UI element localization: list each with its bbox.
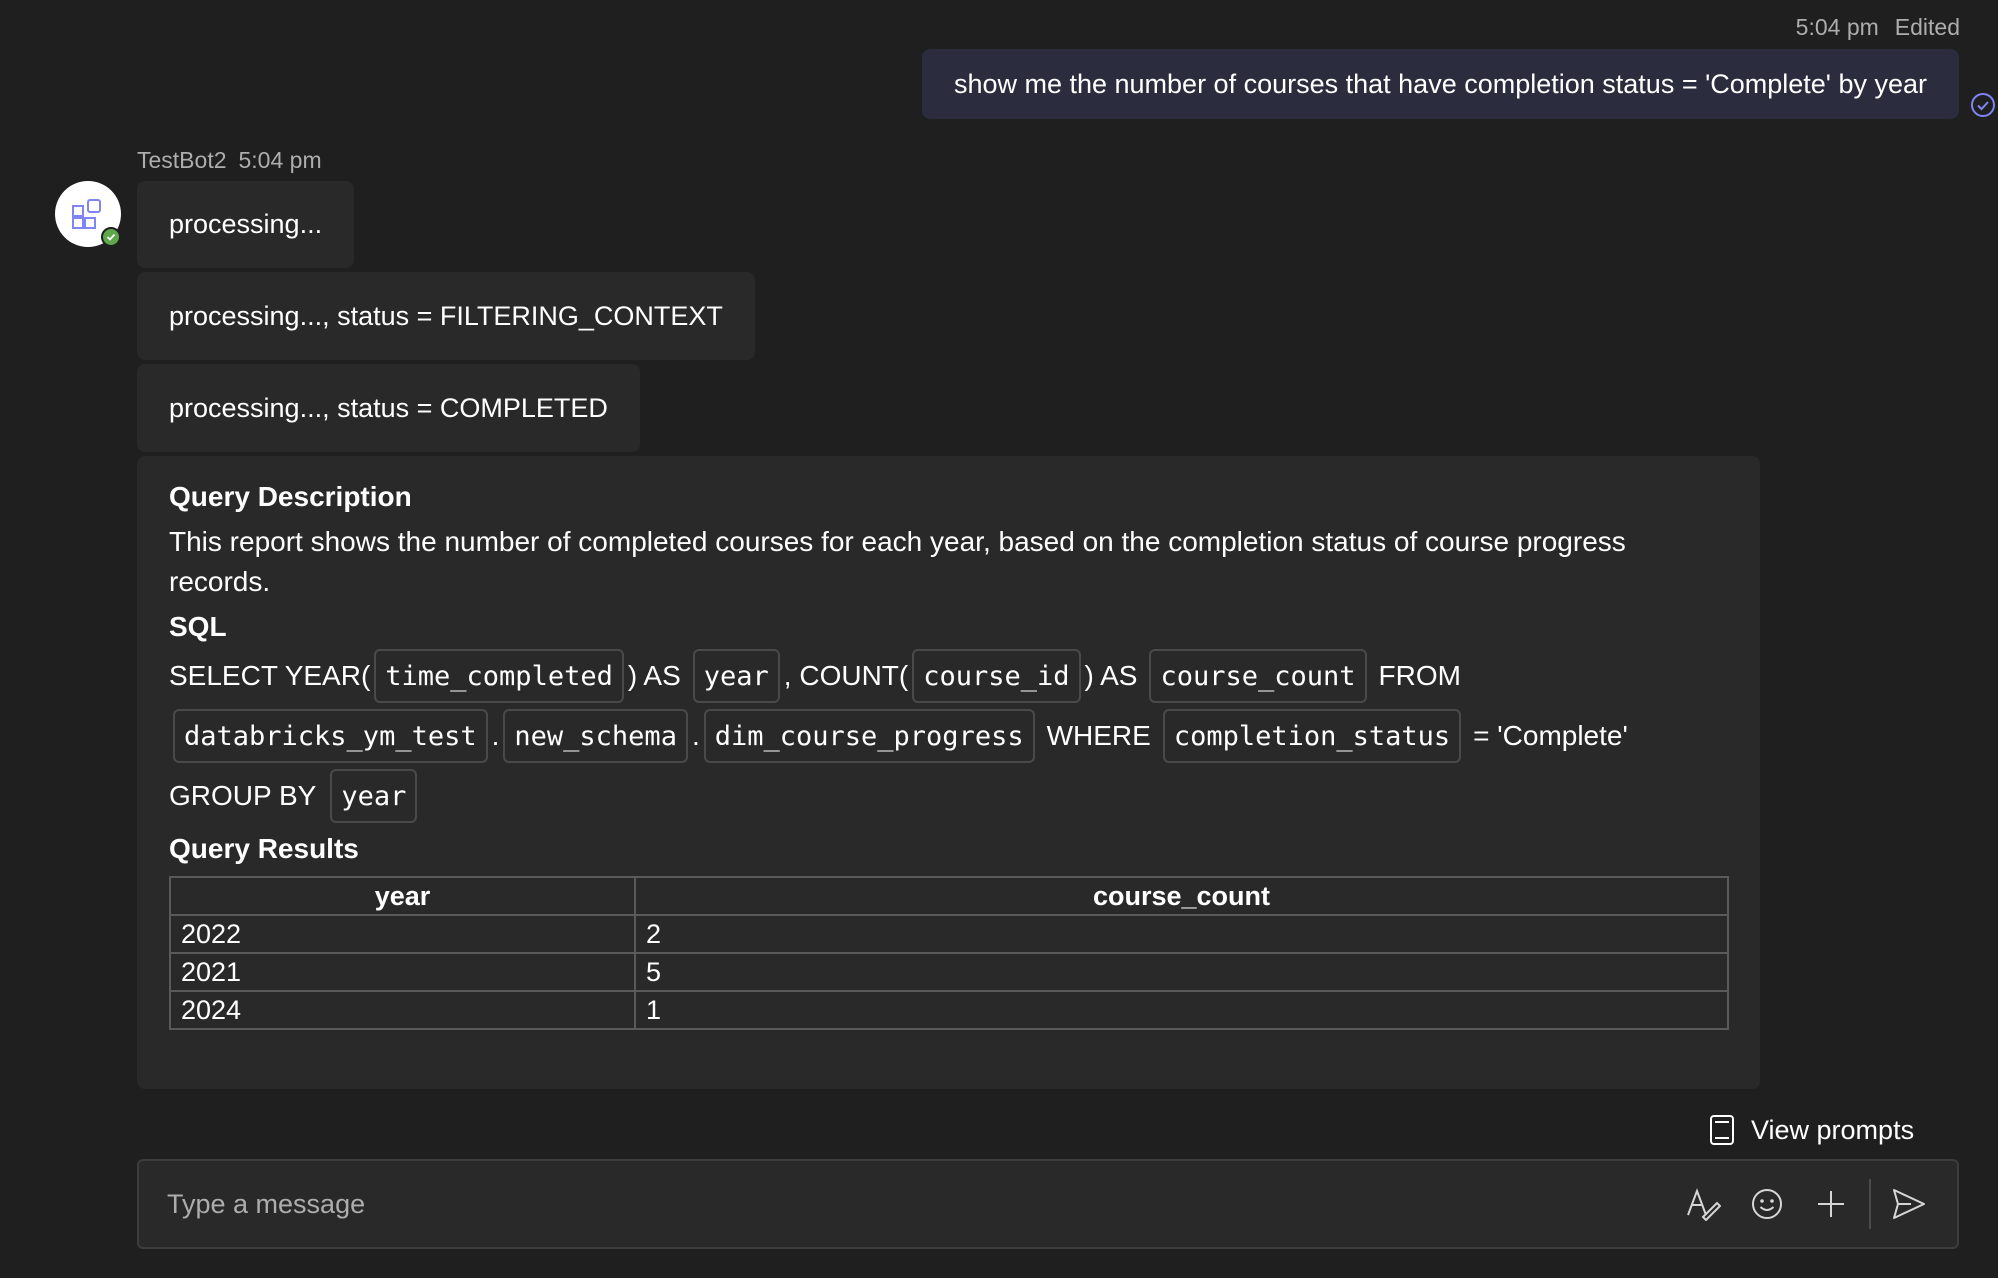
sql-text: = 'Complete' [1473,720,1628,751]
sql-code-token: course_count [1149,649,1367,703]
sql-text: FROM [1378,660,1461,691]
emoji-button[interactable] [1745,1182,1789,1226]
sql-text: ) AS [1084,660,1138,691]
sql-code-token: completion_status [1162,709,1462,763]
sql-text: WHERE [1046,720,1151,751]
sql-text: SELECT YEAR( [169,660,371,691]
emoji-icon [1752,1189,1782,1219]
message-input[interactable] [165,1187,1661,1221]
table-cell: 5 [634,952,1729,992]
user-message-meta: 5:04 pm Edited [1780,14,1960,41]
view-prompts-label: View prompts [1751,1114,1915,1145]
composer-divider [1869,1179,1871,1229]
column-header-year: year [169,876,636,916]
sql-code-token: year [692,649,780,703]
format-icon [1687,1188,1721,1221]
edited-label: Edited [1894,14,1960,40]
plus-icon [1818,1191,1844,1217]
prompts-book-icon [1710,1115,1734,1145]
sql-line-2: databricks_ym_test . new_schema . dim_co… [169,706,1728,766]
query-description-heading: Query Description [169,481,412,512]
query-description-text: This report shows the number of complete… [169,526,1626,597]
format-button[interactable] [1681,1182,1725,1226]
sql-text: . [691,720,700,751]
table-cell: 1 [634,990,1729,1030]
send-icon [1893,1189,1925,1219]
bot-apps-icon [72,199,101,229]
sql-text: , COUNT( [783,660,909,691]
sql-code-token: course_id [912,649,1081,703]
read-receipt-icon [1971,93,1995,117]
column-header-course-count: course_count [634,876,1729,916]
user-message-time: 5:04 pm [1795,14,1879,40]
sql-heading: SQL [169,611,227,642]
table-cell: 2024 [169,990,636,1030]
check-icon [106,233,116,241]
table-row: 2024 1 [169,990,1729,1030]
sql-code-token: time_completed [374,649,624,703]
bot-message-text: processing... [169,209,323,239]
sql-code-token: databricks_ym_test [173,709,488,763]
sql-line-1: SELECT YEAR( time_completed ) AS year , … [169,646,1728,706]
bot-message-3[interactable]: processing..., status = COMPLETED [137,364,640,452]
add-button[interactable] [1809,1182,1853,1226]
table-cell: 2022 [169,914,636,954]
table-cell: 2 [634,914,1729,954]
message-composer [137,1159,1959,1249]
results-table: year course_count 2022 2 2021 5 2024 1 [169,876,1729,1030]
sql-text: GROUP BY [169,780,317,811]
sql-code-token: year [330,769,418,823]
sql-code-token: new_schema [503,709,688,763]
bot-message-time: 5:04 pm [238,147,322,173]
bot-message-2[interactable]: processing..., status = FILTERING_CONTEX… [137,272,755,360]
sql-text: ) AS [627,660,681,691]
sql-text: . [491,720,500,751]
send-button[interactable] [1887,1182,1931,1226]
table-header-row: year course_count [169,876,1729,916]
bot-message-text: processing..., status = FILTERING_CONTEX… [169,300,723,331]
user-message-text: show me the number of courses that have … [953,68,1927,99]
bot-message-meta: TestBot2 5:04 pm [137,147,322,174]
table-cell: 2021 [169,952,636,992]
query-card[interactable]: Query Description This report shows the … [137,456,1760,1089]
sql-line-3: GROUP BY year [169,766,1728,826]
user-message-bubble[interactable]: show me the number of courses that have … [921,49,1959,119]
bot-message-1[interactable]: processing... [137,181,355,268]
bot-name: TestBot2 [137,147,227,173]
view-prompts-button[interactable]: View prompts [1709,1110,1914,1150]
available-status-badge [101,227,121,247]
query-results-heading: Query Results [169,833,359,864]
table-row: 2021 5 [169,952,1729,992]
table-row: 2022 2 [169,914,1729,954]
sql-code-token: dim_course_progress [703,709,1035,763]
bot-message-text: processing..., status = COMPLETED [169,392,608,423]
